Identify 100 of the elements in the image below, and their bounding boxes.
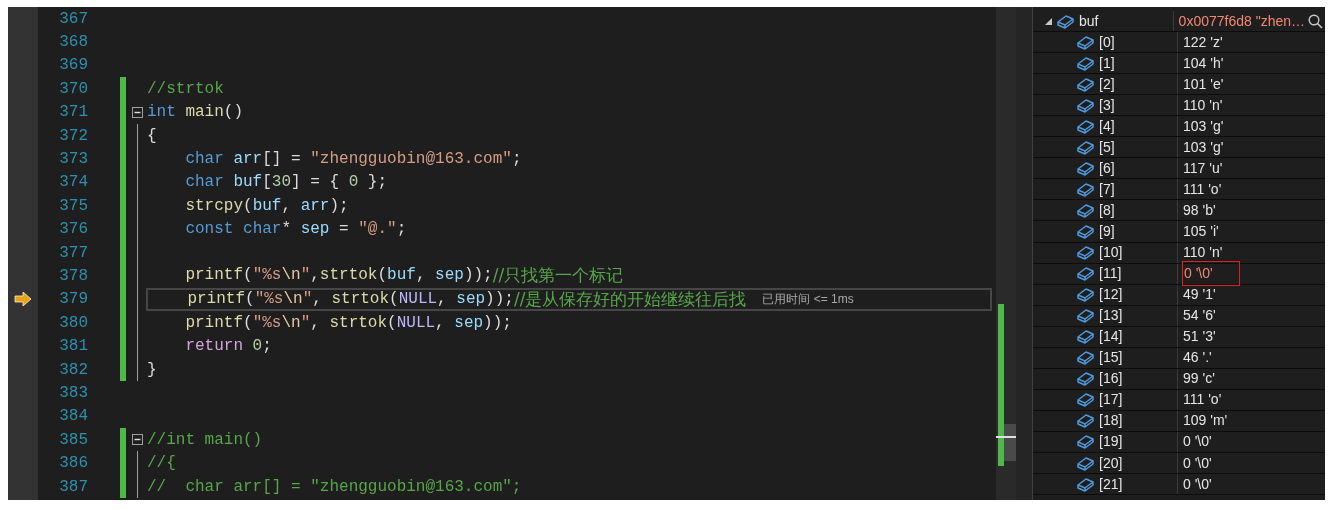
watch-value: 103 'g' xyxy=(1182,137,1225,157)
code-token: "%s xyxy=(254,288,284,310)
watch-value: 117 'u' xyxy=(1182,158,1224,178)
variable-name: [9] xyxy=(1099,222,1115,241)
editor-scrollbar[interactable] xyxy=(996,7,1016,500)
variable-name: [17] xyxy=(1099,390,1123,410)
code-token: sep xyxy=(435,265,464,287)
code-token: , xyxy=(415,265,427,287)
code-token: main xyxy=(184,102,224,124)
variable-name: [18] xyxy=(1099,411,1123,431)
variable-name: [11] xyxy=(1099,264,1122,284)
watch-value: 98 'b' xyxy=(1182,200,1217,220)
search-icon[interactable] xyxy=(1308,13,1323,29)
watch-value: 110 'n' xyxy=(1182,95,1224,115)
code-token: ( xyxy=(243,312,253,334)
code-token: , xyxy=(437,288,448,310)
code-token: \n xyxy=(281,312,301,334)
code-token: ( xyxy=(377,265,388,287)
code-token: sep xyxy=(300,219,330,241)
watch-value: 0 '\0' xyxy=(1182,453,1213,473)
line-number: 385 xyxy=(58,429,88,451)
variable-icon xyxy=(1077,266,1094,282)
variable-icon xyxy=(1077,224,1094,239)
variable-icon xyxy=(1077,329,1094,345)
variable-name: [15] xyxy=(1099,348,1123,368)
code-token: strtok xyxy=(329,312,388,334)
variable-icon xyxy=(1077,476,1094,492)
collapse-icon[interactable] xyxy=(132,434,143,446)
code-comment: //int main() xyxy=(147,429,263,451)
code-token: "@." xyxy=(358,219,397,241)
watch-value: 109 'm' xyxy=(1182,411,1229,431)
watch-value: 111 'o' xyxy=(1182,179,1223,199)
watch-value: 0 '\0' xyxy=(1182,261,1240,287)
variable-name: [14] xyxy=(1099,327,1123,347)
code-token: } xyxy=(147,359,157,381)
code-token: "%s xyxy=(252,265,282,287)
line-number: 375 xyxy=(58,195,88,217)
code-token: strcpy xyxy=(184,195,243,217)
code-token: , xyxy=(310,265,320,287)
variable-name: [21] xyxy=(1099,474,1123,494)
watch-value: 103 'g' xyxy=(1182,116,1225,136)
variable-icon xyxy=(1077,181,1094,197)
code-comment: //strtok xyxy=(147,78,224,100)
variable-name: [2] xyxy=(1099,74,1115,94)
collapse-icon[interactable] xyxy=(132,106,143,118)
code-token: buf xyxy=(252,195,282,217)
variable-name: buf xyxy=(1079,11,1099,31)
variable-icon xyxy=(1077,371,1094,387)
code-token: )); xyxy=(483,312,512,334)
code-token: " xyxy=(300,312,311,334)
code-token: 0 xyxy=(348,172,359,194)
code-token: char xyxy=(184,172,224,194)
line-number: 377 xyxy=(58,242,88,264)
code-token: , xyxy=(310,312,321,334)
code-token: printf xyxy=(184,265,243,287)
variable-icon xyxy=(1077,202,1094,218)
code-token: , xyxy=(435,312,446,334)
expanded-triangle-icon[interactable] xyxy=(1045,17,1052,25)
variable-icon xyxy=(1077,413,1094,429)
line-number: 373 xyxy=(58,149,88,171)
variable-icon xyxy=(1057,13,1074,29)
line-number: 381 xyxy=(58,336,88,358)
variable-name: [4] xyxy=(1099,116,1115,136)
variable-icon xyxy=(1077,139,1094,155)
code-token: \n xyxy=(283,288,303,310)
code-token: \n xyxy=(281,265,301,287)
variable-icon xyxy=(1077,118,1094,134)
variable-name: [20] xyxy=(1099,453,1123,473)
code-comment: //{ xyxy=(147,453,176,475)
code-token: ( xyxy=(243,195,253,217)
variable-icon xyxy=(1077,308,1094,324)
code-token: strtok xyxy=(331,288,390,310)
line-number: 378 xyxy=(58,266,88,287)
code-comment: //只找第一个标记 xyxy=(492,264,624,288)
code-token: * xyxy=(281,219,293,241)
code-token: { xyxy=(147,125,157,147)
code-token: return xyxy=(184,336,243,358)
line-number: 371 xyxy=(58,102,88,124)
code-token: , xyxy=(281,195,293,217)
variable-name: [5] xyxy=(1099,137,1115,157)
variable-name: [13] xyxy=(1099,306,1123,326)
watch-value: 105 'i' xyxy=(1182,222,1220,241)
variable-name: [6] xyxy=(1099,158,1115,178)
variable-name: [1] xyxy=(1099,53,1115,73)
variable-icon xyxy=(1077,97,1094,113)
code-token: 30 xyxy=(271,172,292,194)
watch-value: 122 'z' xyxy=(1182,32,1224,52)
code-token: )); xyxy=(463,265,493,287)
variable-icon xyxy=(1077,160,1094,176)
watch-value: 0 '\0' xyxy=(1182,432,1213,452)
variable-icon xyxy=(1077,55,1094,71)
variable-name: [16] xyxy=(1099,369,1123,389)
variable-icon xyxy=(1077,245,1094,261)
code-token: ( xyxy=(387,312,397,334)
variable-icon xyxy=(1077,76,1094,92)
code-token: buf xyxy=(387,265,416,287)
code-token: "%s xyxy=(252,312,282,334)
code-token: arr xyxy=(232,149,263,171)
variable-icon xyxy=(1077,455,1094,471)
code-token: strtok xyxy=(319,265,378,287)
